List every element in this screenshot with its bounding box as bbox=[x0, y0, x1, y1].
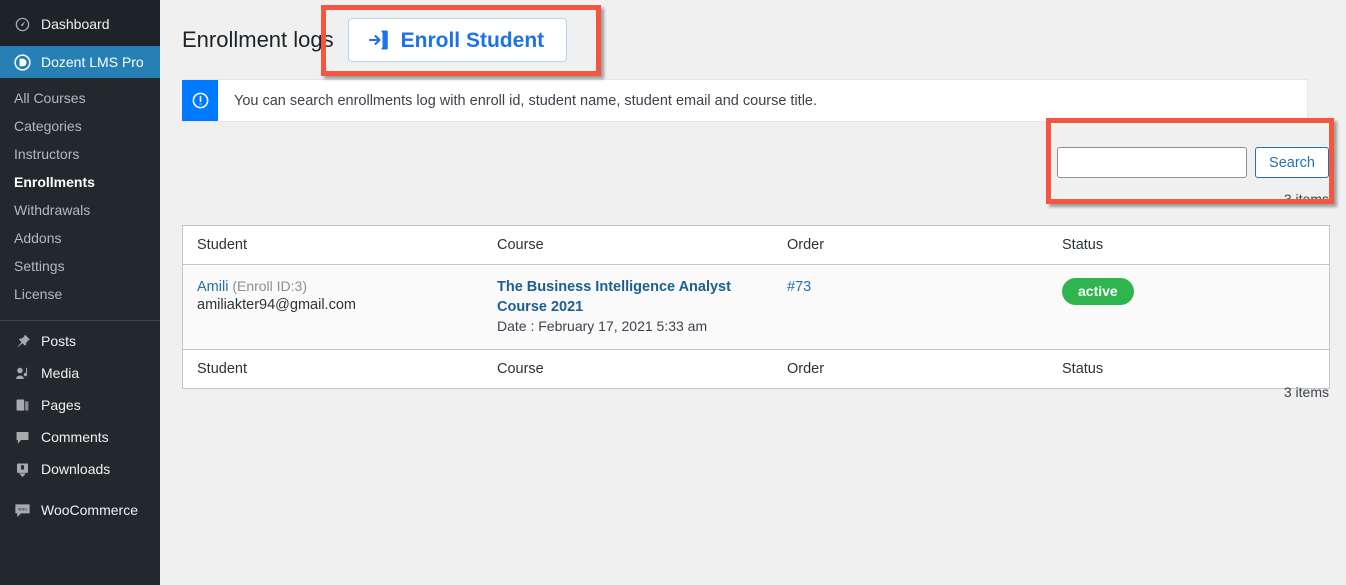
search-button[interactable]: Search bbox=[1255, 147, 1329, 178]
footer-header-order[interactable]: Order bbox=[773, 349, 1048, 389]
submenu-item-addons[interactable]: Addons bbox=[0, 224, 160, 252]
submenu-item-categories[interactable]: Categories bbox=[0, 112, 160, 140]
items-count-bottom: 3 items bbox=[1283, 384, 1329, 400]
sidebar-top-group: Dashboard bbox=[0, 0, 160, 46]
enroll-door-arrow-icon bbox=[367, 28, 391, 52]
enroll-student-button[interactable]: Enroll Student bbox=[347, 18, 568, 62]
download-icon bbox=[12, 459, 32, 479]
search-input[interactable] bbox=[1057, 147, 1248, 178]
woocommerce-icon: woo bbox=[12, 500, 32, 520]
submenu-item-enrollments[interactable]: Enrollments bbox=[0, 168, 160, 196]
enrollments-table: Student Course Order Status Amili (Enrol… bbox=[183, 226, 1329, 389]
sidebar-item-pages[interactable]: Pages bbox=[0, 389, 160, 421]
pages-icon bbox=[12, 395, 32, 415]
sidebar-item-label: WooCommerce bbox=[41, 502, 138, 518]
sidebar-divider bbox=[0, 320, 160, 321]
sidebar-item-media[interactable]: Media bbox=[0, 357, 160, 389]
table-foot: Student Course Order Status bbox=[183, 349, 1329, 389]
footer-header-status[interactable]: Status bbox=[1048, 349, 1329, 389]
dozent-logo-icon bbox=[12, 52, 32, 72]
sidebar-item-label: Comments bbox=[41, 429, 109, 445]
pin-icon bbox=[12, 331, 32, 351]
footer-header-course[interactable]: Course bbox=[483, 349, 773, 389]
sidebar-item-comments[interactable]: Comments bbox=[0, 421, 160, 453]
enrollments-table-wrapper: Student Course Order Status Amili (Enrol… bbox=[182, 225, 1330, 390]
footer-header-student[interactable]: Student bbox=[183, 349, 483, 389]
notice-text: You can search enrollments log with enro… bbox=[234, 92, 818, 109]
column-header-student[interactable]: Student bbox=[183, 226, 483, 265]
student-name-link[interactable]: Amili bbox=[197, 279, 228, 295]
column-header-status[interactable]: Status bbox=[1048, 226, 1329, 265]
admin-sidebar: Dashboard Dozent LMS Pro All Courses Cat… bbox=[0, 0, 160, 585]
sidebar-item-woocommerce[interactable]: woo WooCommerce bbox=[0, 494, 160, 526]
submenu-item-settings[interactable]: Settings bbox=[0, 252, 160, 280]
submenu-item-withdrawals[interactable]: Withdrawals bbox=[0, 196, 160, 224]
items-count-top: 3 items bbox=[1283, 191, 1329, 207]
svg-text:woo: woo bbox=[18, 507, 27, 512]
media-icon bbox=[12, 363, 32, 383]
sidebar-item-label: Downloads bbox=[41, 461, 111, 477]
sidebar-item-dashboard[interactable]: Dashboard bbox=[0, 8, 160, 40]
status-badge: active bbox=[1062, 278, 1134, 305]
table-footer-row: Student Course Order Status bbox=[183, 349, 1329, 389]
enroll-student-button-label: Enroll Student bbox=[400, 28, 545, 52]
table-header-row: Student Course Order Status bbox=[183, 226, 1329, 265]
submenu-item-license[interactable]: License bbox=[0, 280, 160, 308]
comment-bubble-icon bbox=[12, 427, 32, 447]
student-email: amiliakter94@gmail.com bbox=[197, 297, 356, 313]
main-content: Enrollment logs Enroll Student You can s… bbox=[160, 0, 1346, 585]
submenu-item-all-courses[interactable]: All Courses bbox=[0, 84, 160, 112]
sidebar-item-dozent-lms-pro[interactable]: Dozent LMS Pro bbox=[0, 46, 160, 78]
sidebar-item-downloads[interactable]: Downloads bbox=[0, 453, 160, 485]
sidebar-item-label: Posts bbox=[41, 333, 77, 349]
cell-course: The Business Intelligence Analyst Course… bbox=[483, 264, 773, 350]
table-head: Student Course Order Status bbox=[183, 226, 1329, 265]
order-link[interactable]: #73 bbox=[787, 279, 811, 295]
enroll-id-label: (Enroll ID:3) bbox=[232, 278, 307, 294]
course-title-link[interactable]: The Business Intelligence Analyst Course… bbox=[497, 278, 732, 317]
sidebar-item-label: Dashboard bbox=[41, 16, 110, 32]
screen: Dashboard Dozent LMS Pro All Courses Cat… bbox=[0, 0, 1346, 585]
cell-order: #73 bbox=[773, 264, 1048, 350]
dashboard-gauge-icon bbox=[12, 14, 32, 34]
sidebar-item-label: Dozent LMS Pro bbox=[41, 54, 144, 70]
sidebar-item-label: Pages bbox=[41, 397, 81, 413]
course-date: Date : February 17, 2021 5:33 am bbox=[497, 318, 708, 335]
info-notice: You can search enrollments log with enro… bbox=[182, 79, 1308, 122]
column-header-order[interactable]: Order bbox=[773, 226, 1048, 265]
dozent-submenu: All Courses Categories Instructors Enrol… bbox=[0, 78, 160, 316]
submenu-item-instructors[interactable]: Instructors bbox=[0, 140, 160, 168]
column-header-course[interactable]: Course bbox=[483, 226, 773, 265]
table-row: Amili (Enroll ID:3) amiliakter94@gmail.c… bbox=[183, 264, 1329, 350]
search-box: Search bbox=[1057, 147, 1329, 178]
cell-student: Amili (Enroll ID:3) amiliakter94@gmail.c… bbox=[183, 264, 483, 350]
page-title: Enrollment logs bbox=[182, 26, 334, 52]
sidebar-item-label: Media bbox=[41, 365, 80, 381]
exclamation-circle-icon bbox=[182, 80, 218, 121]
page-header: Enrollment logs Enroll Student bbox=[182, 18, 568, 62]
table-body: Amili (Enroll ID:3) amiliakter94@gmail.c… bbox=[183, 264, 1329, 350]
cell-status: active bbox=[1048, 264, 1329, 350]
sidebar-item-posts[interactable]: Posts bbox=[0, 325, 160, 357]
